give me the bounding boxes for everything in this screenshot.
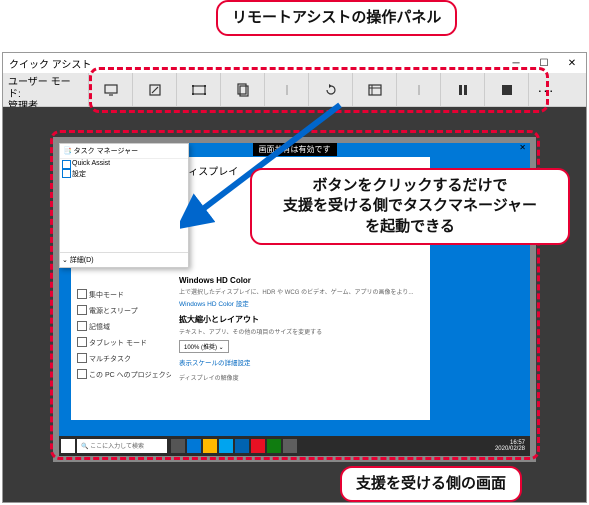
task-item[interactable]: Quick Assist [60,159,188,168]
scale-desc: テキスト、アプリ、その他の項目のサイズを変更する [179,327,422,336]
scale-select[interactable]: 100% (推奨) ⌄ [179,340,229,353]
annotate-icon[interactable] [133,73,177,106]
taskbar-icon[interactable] [267,439,281,453]
taskbar-icon[interactable] [203,439,217,453]
taskbar-search[interactable]: 🔍 ここに入力して検索 [77,439,167,453]
taskbar-icon[interactable] [283,439,297,453]
task-manager-details[interactable]: ⌄ 詳細(D) [60,252,188,267]
actual-size-icon[interactable] [353,73,397,106]
callout-bottom: 支援を受ける側の画面 [340,466,522,502]
task-manager-window: 📑 タスク マネージャー Quick Assist 設定 ⌄ 詳細(D) [59,143,189,268]
callout-bottom-text: 支援を受ける側の画面 [356,475,506,492]
title-text: クイック アシスト [9,56,91,71]
scale-link[interactable]: 表示スケールの詳細設定 [179,357,422,367]
sidebar-item[interactable]: 電源とスリープ [75,303,167,319]
sidebar-item[interactable]: 集中モード [75,287,167,303]
callout-top-text: リモートアシストの操作パネル [232,9,441,26]
stop-icon[interactable] [485,73,529,106]
more-button[interactable]: ··· [529,73,563,106]
start-button[interactable] [61,439,75,453]
hd-title: Windows HD Color [179,276,422,285]
callout-top: リモートアシストの操作パネル [216,0,457,36]
res-label: ディスプレイの解像度 [179,373,422,382]
sidebar-item[interactable]: タブレット モード [75,335,167,351]
divider-icon [397,73,441,106]
sidebar-item[interactable]: マルチタスク [75,351,167,367]
minimize-button[interactable]: ─ [502,53,530,73]
task-manager-title: 📑 タスク マネージャー [60,144,188,159]
remote-taskbar: 🔍 ここに入力して検索 16:57 2020/02/28 [59,436,530,456]
callout-middle: ボタンをクリックするだけで 支援を受ける側でタスクマネージャー を起動できる [250,168,570,245]
taskbar-icon[interactable] [251,439,265,453]
taskbar-clock: 16:57 2020/02/28 [495,440,528,452]
taskbar-icon[interactable] [187,439,201,453]
sidebar-item[interactable]: 記憶域 [75,319,167,335]
monitor-icon[interactable] [89,73,133,106]
taskbar-icon[interactable] [219,439,233,453]
taskbar-icon[interactable] [171,439,185,453]
task-item[interactable]: 設定 [60,168,188,180]
maximize-button[interactable]: ☐ [530,53,558,73]
taskbar-icon[interactable] [235,439,249,453]
titlebar: クイック アシスト ─ ☐ ✕ [3,53,586,73]
sidebar-item[interactable]: この PC へのプロジェクション [75,367,167,383]
callout-middle-text: ボタンをクリックするだけで 支援を受ける側でタスクマネージャー を起動できる [283,177,537,235]
hd-link[interactable]: Windows HD Color 設定 [179,298,422,308]
scale-title: 拡大縮小とレイアウト [179,314,422,325]
hd-desc: 上で選択したディスプレイに、HDR や WCG のビデオ、ゲーム、アプリの画像を… [179,287,422,296]
pause-icon[interactable] [441,73,485,106]
user-mode-label: ユーザー モード: 管理者 [3,73,89,106]
share-close-icon[interactable]: ✕ [519,143,526,152]
close-button[interactable]: ✕ [558,53,586,73]
